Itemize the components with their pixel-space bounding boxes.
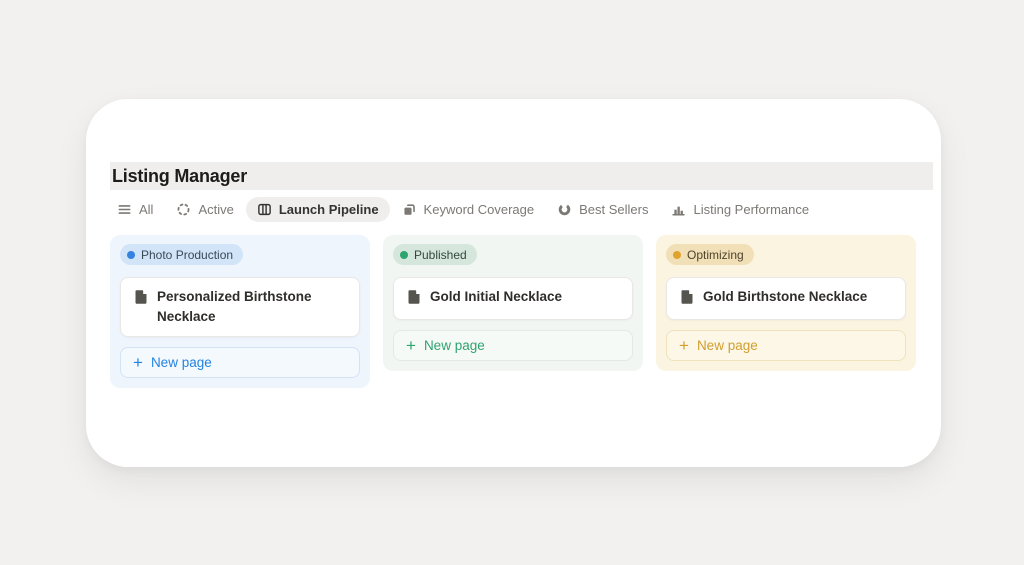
page-icon — [679, 289, 694, 310]
new-page-label: New page — [150, 355, 212, 370]
spinner-icon — [176, 202, 191, 217]
board-column-published: Published Gold Initial Necklace + New pa… — [383, 235, 643, 371]
status-badge[interactable]: Optimizing — [666, 244, 754, 265]
tab-label: All — [139, 202, 154, 217]
page-icon — [406, 289, 421, 310]
status-dot-icon — [673, 250, 681, 259]
donut-chart-icon — [557, 202, 572, 217]
tab-all[interactable]: All — [106, 197, 164, 222]
board-column-optimizing: Optimizing Gold Birthstone Necklace + Ne… — [656, 235, 916, 371]
plus-icon: + — [679, 335, 689, 355]
status-badge[interactable]: Photo Production — [120, 244, 244, 265]
bar-chart-icon — [671, 202, 686, 217]
status-label: Optimizing — [687, 247, 744, 262]
new-page-button[interactable]: + New page — [666, 330, 906, 361]
plus-icon: + — [406, 335, 416, 355]
tab-label: Listing Performance — [693, 202, 810, 217]
status-label: Photo Production — [141, 247, 234, 262]
board-card[interactable]: Gold Birthstone Necklace — [666, 277, 906, 320]
new-page-button[interactable]: + New page — [120, 347, 360, 378]
tab-launch-pipeline[interactable]: Launch Pipeline — [245, 197, 390, 222]
status-dot-icon — [400, 250, 408, 259]
new-page-label: New page — [423, 338, 485, 353]
new-page-button[interactable]: + New page — [393, 330, 633, 361]
tab-label: Best Sellers — [579, 202, 649, 217]
page-title[interactable]: Listing Manager — [112, 166, 247, 187]
card-title: Gold Initial Necklace — [430, 289, 563, 304]
tab-keyword-coverage[interactable]: Keyword Coverage — [391, 197, 546, 222]
kanban-board: Photo Production Personalized Birthstone… — [110, 235, 933, 388]
card-title: Gold Birthstone Necklace — [703, 289, 868, 304]
app-window: Listing Manager All Active Launch Pipeli… — [86, 99, 941, 467]
plus-icon: + — [133, 352, 143, 372]
tab-listing-performance[interactable]: Listing Performance — [660, 197, 820, 222]
status-dot-icon — [127, 250, 135, 259]
layers-icon — [402, 202, 417, 217]
title-bar: Listing Manager — [110, 162, 933, 190]
card-title: Personalized Birthstone Necklace — [157, 289, 312, 324]
tab-label: Keyword Coverage — [423, 202, 535, 217]
tab-active[interactable]: Active — [165, 197, 244, 222]
status-badge[interactable]: Published — [393, 244, 477, 265]
page-icon — [133, 289, 148, 310]
board-card[interactable]: Gold Initial Necklace — [393, 277, 633, 320]
new-page-label: New page — [696, 338, 758, 353]
board-icon — [257, 202, 272, 217]
tab-best-sellers[interactable]: Best Sellers — [546, 197, 659, 222]
menu-icon — [117, 202, 132, 217]
status-label: Published — [414, 247, 467, 262]
tab-label: Launch Pipeline — [278, 202, 379, 217]
board-column-photo-production: Photo Production Personalized Birthstone… — [110, 235, 370, 388]
board-card[interactable]: Personalized Birthstone Necklace — [120, 277, 360, 337]
view-tabs: All Active Launch Pipeline Keyword Cover… — [106, 197, 933, 222]
tab-label: Active — [198, 202, 234, 217]
